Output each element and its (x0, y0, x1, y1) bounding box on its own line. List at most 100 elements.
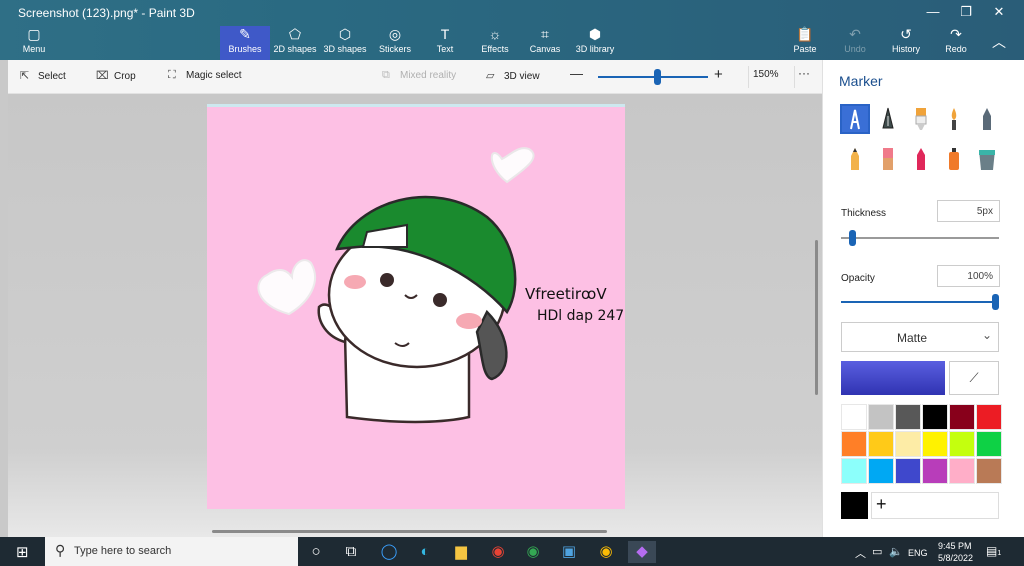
vertical-scrollbar[interactable] (815, 240, 818, 395)
opacity-input[interactable]: 100% (937, 265, 1000, 287)
search-icon: ⚲ (55, 542, 66, 558)
tab-3d-library[interactable]: ⬢ 3D library (570, 26, 620, 60)
tab-3d-shapes[interactable]: ⬡ 3D shapes (320, 26, 370, 60)
maximize-button[interactable]: ❐ (951, 4, 981, 22)
thickness-input[interactable]: 5px (937, 200, 1000, 222)
color-swatch[interactable] (841, 431, 867, 457)
paste-button[interactable]: 📋 Paste (780, 26, 830, 60)
pencil-icon (851, 148, 859, 170)
crop-button[interactable]: ⌧ Crop (96, 69, 136, 82)
tray-overflow-icon[interactable]: ︿ (855, 545, 866, 561)
canvas[interactable]: VfreetirꝏV HDl dap 247 (207, 107, 625, 509)
color-swatch[interactable] (868, 404, 894, 430)
language-indicator[interactable]: ENG (908, 548, 928, 558)
color-swatch[interactable] (976, 404, 1002, 430)
fill-brush[interactable] (972, 144, 1002, 174)
marker-brush[interactable] (840, 104, 870, 134)
opacity-slider-thumb[interactable] (992, 294, 999, 310)
tab-text[interactable]: T Text (420, 26, 470, 60)
color-swatch[interactable] (841, 458, 867, 484)
calligraphy-pen-brush[interactable] (873, 104, 903, 134)
color-swatch[interactable] (841, 404, 867, 430)
heart-doodle-left (257, 259, 316, 316)
title-and-ribbon-bar: Screenshot (123).png* - Paint 3D — ❐ ✕ ▢… (0, 0, 1024, 60)
watercolor-brush[interactable] (939, 104, 969, 134)
tab-brushes[interactable]: ✎ Brushes (220, 26, 270, 60)
oil-brush[interactable] (906, 104, 936, 134)
zoom-out-button[interactable]: — (570, 66, 583, 81)
current-color-swatch[interactable] (841, 361, 945, 395)
history-button[interactable]: ↺ History (881, 26, 931, 60)
3d-shapes-icon: ⬡ (338, 26, 352, 42)
windows-start-icon[interactable]: ⊞ (16, 543, 29, 561)
tab-2d-shapes[interactable]: ⬠ 2D shapes (270, 26, 320, 60)
add-color-button[interactable]: + (871, 492, 999, 519)
pixel-pen-brush[interactable] (972, 104, 1002, 134)
custom-color-swatch[interactable] (841, 492, 868, 519)
magic-select-label: Magic select (186, 70, 242, 81)
thickness-slider-track[interactable] (841, 237, 999, 239)
crayon-icon (917, 148, 925, 170)
chrome-profile-icon[interactable]: ◉ (595, 541, 617, 563)
minimize-button[interactable]: — (918, 4, 948, 22)
magic-select-button[interactable]: ⛶ Magic select (168, 69, 242, 82)
undo-button[interactable]: ↶ Undo (830, 26, 880, 60)
close-button[interactable]: ✕ (984, 4, 1014, 22)
zoom-slider-thumb[interactable] (654, 69, 661, 85)
task-view-icon[interactable]: ⧉ (340, 541, 362, 563)
eyedropper-button[interactable]: ⟋ (949, 361, 999, 395)
color-swatch[interactable] (895, 404, 921, 430)
thickness-slider-thumb[interactable] (848, 230, 856, 246)
network-icon[interactable]: ▭ (872, 545, 882, 558)
color-swatch[interactable] (922, 404, 948, 430)
chrome-icon[interactable]: ◉ (487, 541, 509, 563)
menu-button[interactable]: ▢ Menu (9, 26, 59, 60)
color-swatch[interactable] (976, 458, 1002, 484)
caption-line-2: HDl dap 247 (537, 308, 624, 324)
tab-canvas[interactable]: ⌗ Canvas (520, 26, 570, 60)
file-explorer-icon[interactable]: ▆ (450, 541, 472, 563)
photos-icon[interactable]: ▣ (558, 541, 580, 563)
mixed-reality-button[interactable]: ⧉ Mixed reality (382, 69, 456, 82)
zoom-in-button[interactable]: + (714, 66, 723, 83)
color-swatch[interactable] (949, 458, 975, 484)
notification-center-icon[interactable]: ▤1 (986, 544, 1001, 558)
color-swatch[interactable] (922, 458, 948, 484)
edge-icon[interactable]: ◐ (414, 541, 436, 563)
color-swatch[interactable] (949, 431, 975, 457)
color-swatch[interactable] (922, 431, 948, 457)
cortana-icon[interactable]: ○ (305, 541, 327, 563)
more-options-button[interactable]: ··· (798, 66, 810, 80)
pencil-brush[interactable] (840, 144, 870, 174)
crayon-brush[interactable] (906, 144, 936, 174)
volume-icon[interactable]: 🔈 (889, 545, 903, 558)
tab-effects[interactable]: ☼ Effects (470, 26, 520, 60)
tab-stickers[interactable]: ◎ Stickers (370, 26, 420, 60)
browser-o-icon[interactable]: ◯ (378, 541, 400, 563)
color-swatch[interactable] (895, 458, 921, 484)
zoom-level[interactable]: 150% (753, 69, 779, 80)
horizontal-scrollbar[interactable] (212, 530, 607, 533)
select-button[interactable]: ⇱ Select (20, 69, 66, 82)
eraser-brush[interactable] (873, 144, 903, 174)
mixed-reality-label: Mixed reality (400, 70, 457, 81)
zoom-slider-track[interactable] (598, 76, 708, 78)
color-swatch[interactable] (949, 404, 975, 430)
color-swatch[interactable] (868, 458, 894, 484)
clock-date[interactable]: 5/8/2022 (938, 553, 973, 563)
panel-title: Marker (839, 73, 883, 89)
3d-view-button[interactable]: ▱ 3D view (486, 69, 540, 82)
spray-can-brush[interactable] (939, 144, 969, 174)
redo-button[interactable]: ↷ Redo (931, 26, 981, 60)
color-swatch[interactable] (976, 431, 1002, 457)
taskbar-search-box[interactable]: ⚲ Type here to search (45, 537, 298, 566)
collapse-ribbon-button[interactable]: ︿ (984, 26, 1014, 60)
paint-3d-taskbar-icon[interactable]: ◆ (628, 541, 656, 563)
color-swatch[interactable] (895, 431, 921, 457)
clock-time[interactable]: 9:45 PM (938, 541, 972, 551)
crop-label: Crop (114, 71, 136, 82)
finish-dropdown[interactable]: Matte ⌄ (841, 322, 999, 352)
redo-label: Redo (945, 44, 967, 54)
chrome-alt-icon[interactable]: ◉ (522, 541, 544, 563)
color-swatch[interactable] (868, 431, 894, 457)
